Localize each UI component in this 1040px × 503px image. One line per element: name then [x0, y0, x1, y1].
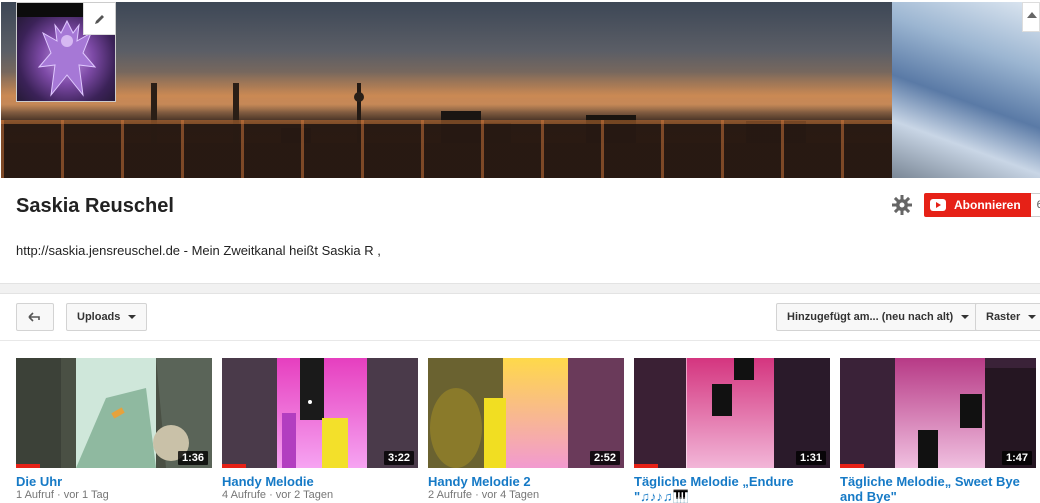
- video-duration: 1:47: [1001, 451, 1032, 465]
- video-thumbnail[interactable]: 1:47: [840, 358, 1036, 468]
- watch-progress: [222, 464, 246, 468]
- video-thumbnail[interactable]: 1:36: [16, 358, 212, 468]
- youtube-play-icon: [930, 199, 946, 211]
- edit-avatar-button[interactable]: [83, 3, 115, 35]
- video-thumbnail[interactable]: 2:52: [428, 358, 624, 468]
- videos-section: Uploads Hinzugefügt am... (neu nach alt)…: [0, 293, 1040, 503]
- video-item: 3:22 Handy Melodie 4 Aufrufe · vor 2 Tag…: [222, 358, 418, 503]
- watch-progress: [634, 464, 658, 468]
- edit-banner-button[interactable]: [1022, 2, 1040, 32]
- back-button[interactable]: [16, 303, 54, 331]
- video-thumbnail[interactable]: 1:31: [634, 358, 830, 468]
- video-thumbnail[interactable]: 3:22: [222, 358, 418, 468]
- channel-settings-button[interactable]: [891, 194, 913, 216]
- subscribe-widget: Abonnieren 6: [924, 193, 1040, 217]
- video-duration: 1:36: [177, 451, 208, 465]
- subscriber-count: 6: [1030, 193, 1040, 217]
- watch-progress: [840, 464, 864, 468]
- channel-avatar[interactable]: [16, 2, 116, 102]
- video-meta: 2 Aufrufe · vor 4 Tagen: [428, 489, 540, 501]
- channel-title: Saskia Reuschel: [16, 195, 174, 217]
- avatar-dark-band: [17, 3, 87, 17]
- back-arrow-icon: [28, 312, 40, 322]
- video-duration: 3:22: [383, 451, 414, 465]
- pencil-icon: [94, 14, 104, 24]
- subscribe-label: Abonnieren: [954, 198, 1021, 212]
- view-label: Raster: [986, 311, 1021, 323]
- channel-header: Saskia Reuschel http://saskia.jensreusch…: [0, 0, 1040, 284]
- banner-railing: [1, 120, 901, 178]
- sort-label: Hinzugefügt am... (neu nach alt): [787, 311, 954, 323]
- video-item: 1:31 Tägliche Melodie „Endure "♫♪♪♫🎹: [634, 358, 830, 503]
- video-duration: 2:52: [589, 451, 620, 465]
- video-title[interactable]: Tägliche Melodie „Endure "♫♪♪♫🎹: [634, 474, 830, 503]
- view-dropdown[interactable]: Raster: [975, 303, 1040, 331]
- video-item: 2:52 Handy Melodie 2 2 Aufrufe · vor 4 T…: [428, 358, 624, 503]
- gear-icon: [892, 195, 912, 215]
- pencil-icon: [1027, 12, 1037, 18]
- channel-description: http://saskia.jensreuschel.de - Mein Zwe…: [16, 243, 381, 258]
- video-title[interactable]: Tägliche Melodie„ Sweet Bye and Bye": [840, 474, 1036, 503]
- uploads-label: Uploads: [77, 311, 121, 323]
- watch-progress: [16, 464, 40, 468]
- toolbar-divider: [0, 340, 1040, 341]
- banner-billboard: [892, 2, 1040, 178]
- video-item: 1:36 Die Uhr 1 Aufruf · vor 1 Tag: [16, 358, 212, 503]
- video-item: 1:47 Tägliche Melodie„ Sweet Bye and Bye…: [840, 358, 1036, 503]
- sort-dropdown[interactable]: Hinzugefügt am... (neu nach alt): [776, 303, 981, 331]
- channel-banner: [1, 2, 1040, 178]
- subscribe-button[interactable]: Abonnieren: [924, 193, 1031, 217]
- chevron-down-icon: [1028, 315, 1037, 319]
- video-meta: 4 Aufrufe · vor 2 Tagen: [222, 489, 334, 501]
- chevron-down-icon: [961, 315, 970, 319]
- video-duration: 1:31: [795, 451, 826, 465]
- chevron-down-icon: [128, 315, 137, 319]
- video-meta: 1 Aufruf · vor 1 Tag: [16, 489, 109, 501]
- uploads-dropdown[interactable]: Uploads: [66, 303, 148, 331]
- channel-page: Saskia Reuschel http://saskia.jensreusch…: [0, 0, 1040, 503]
